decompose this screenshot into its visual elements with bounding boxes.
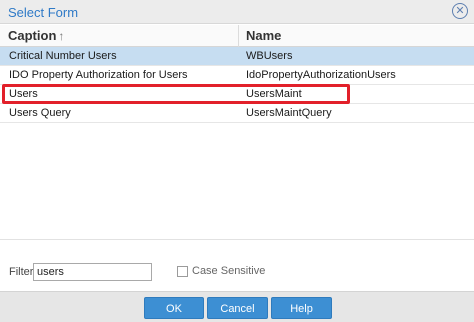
row-name: WBUsers (246, 50, 293, 62)
filter-input[interactable] (33, 263, 152, 281)
row-caption: Critical Number Users (9, 50, 117, 62)
column-header-caption[interactable]: Caption ↑ (8, 25, 236, 47)
grid-header: Caption ↑ Name (0, 25, 474, 47)
highlight-annotation-box (2, 84, 350, 104)
case-sensitive-checkbox[interactable] (177, 266, 188, 277)
sort-ascending-icon: ↑ (58, 29, 65, 43)
column-header-caption-label: Caption (8, 28, 57, 43)
dialog-footer: OK Cancel Help (0, 291, 474, 322)
row-name: UsersMaintQuery (246, 107, 332, 119)
help-button[interactable]: Help (271, 297, 332, 319)
row-caption: IDO Property Authorization for Users (9, 69, 188, 81)
table-row[interactable]: Critical Number Users WBUsers (0, 47, 474, 66)
column-divider[interactable] (238, 25, 239, 47)
column-header-name[interactable]: Name (246, 25, 466, 47)
forms-grid: Caption ↑ Name Critical Number Users WBUs… (0, 25, 474, 240)
table-row[interactable]: Users Query UsersMaintQuery (0, 104, 474, 123)
ok-button[interactable]: OK (144, 297, 204, 319)
dialog-title: Select Form (8, 5, 79, 20)
cancel-button[interactable]: Cancel (207, 297, 268, 319)
row-name: IdoPropertyAuthorizationUsers (246, 69, 396, 81)
row-caption: Users Query (9, 107, 71, 119)
close-circle-icon[interactable]: ✕ (452, 3, 468, 19)
case-sensitive-label[interactable]: Case Sensitive (192, 265, 265, 277)
table-row[interactable]: IDO Property Authorization for Users Ido… (0, 66, 474, 85)
dialog-titlebar: Select Form ✕ (0, 0, 474, 24)
